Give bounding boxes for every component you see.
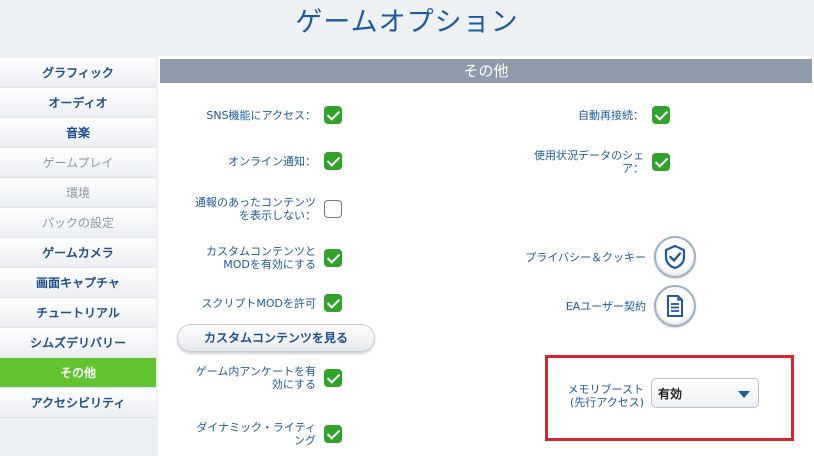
hide-reported-content-checkbox[interactable] [324, 200, 342, 218]
option-in-game-survey: ゲーム内アンケートを有 効にする [160, 362, 342, 394]
page-title: ゲームオプション [295, 7, 519, 38]
sidebar-item-accessibility[interactable]: アクセシビリティ [0, 388, 156, 418]
custom-content-mods-checkbox[interactable] [324, 249, 342, 267]
memory-boost-select[interactable]: 有効 [651, 378, 759, 408]
sns-access-checkbox[interactable] [324, 106, 342, 124]
option-share-usage-data: 使用状況データのシェ ア： [480, 146, 670, 178]
auto-reconnect-checkbox[interactable] [652, 106, 670, 124]
sidebar-item-gameplay: ゲームプレイ [0, 148, 156, 178]
sidebar-item-audio[interactable]: オーディオ [0, 88, 156, 118]
shield-check-icon [664, 244, 686, 270]
option-label: 自動再接続： [578, 108, 644, 122]
option-dynamic-lighting: ダイナミック・ライティ ング [160, 418, 342, 450]
panel-header: その他 [160, 59, 812, 83]
option-sns-access: SNS機能にアクセス： [160, 104, 342, 126]
option-label: スクリプトMODを許可 [201, 296, 316, 310]
option-label: SNS機能にアクセス： [206, 108, 316, 122]
sidebar-item-screen-capture[interactable]: 画面キャプチャ [0, 268, 156, 298]
ea-user-agreement-row: EAユーザー契約 [480, 284, 696, 328]
sidebar-item-environment: 環境 [0, 178, 156, 208]
option-label: 使用状況データのシェ ア： [534, 149, 644, 175]
sidebar: グラフィック オーディオ 音楽 ゲームプレイ 環境 パックの設定 ゲームカメラ … [0, 58, 156, 418]
option-label: オンライン通知： [228, 154, 316, 168]
view-custom-content-button[interactable]: カスタムコンテンツを見る [177, 324, 375, 352]
option-script-mods: スクリプトMODを許可 [160, 292, 342, 314]
script-mods-checkbox[interactable] [324, 294, 342, 312]
memory-boost-label: メモリブースト (先行アクセス) [567, 383, 644, 409]
sidebar-item-tutorial[interactable]: チュートリアル [0, 298, 156, 328]
option-custom-content-mods: カスタムコンテンツと MODを有効にする [160, 242, 342, 274]
in-game-survey-checkbox[interactable] [324, 369, 342, 387]
option-auto-reconnect: 自動再接続： [480, 104, 670, 126]
privacy-cookies-row: プライバシー＆クッキー [480, 235, 696, 279]
dynamic-lighting-checkbox[interactable] [324, 425, 342, 443]
sidebar-item-game-camera[interactable]: ゲームカメラ [0, 238, 156, 268]
option-label: カスタムコンテンツと MODを有効にする [206, 245, 316, 271]
share-usage-data-checkbox[interactable] [652, 153, 670, 171]
sidebar-item-pack-settings: パックの設定 [0, 208, 156, 238]
option-label: ゲーム内アンケートを有 効にする [195, 365, 316, 391]
privacy-cookies-button[interactable] [654, 236, 696, 278]
document-icon [667, 295, 683, 317]
sidebar-item-music[interactable]: 音楽 [0, 118, 156, 148]
option-label: 通報のあったコンテンツ を表示しない： [195, 196, 316, 222]
option-label: ダイナミック・ライティ ング [196, 421, 316, 447]
sidebar-item-graphics[interactable]: グラフィック [0, 58, 156, 88]
option-hide-reported-content: 通報のあったコンテンツ を表示しない： [160, 193, 342, 225]
ea-user-agreement-button[interactable] [654, 285, 696, 327]
chevron-down-icon [738, 391, 750, 398]
online-notification-checkbox[interactable] [324, 152, 342, 170]
privacy-cookies-label: プライバシー＆クッキー [525, 250, 646, 264]
sidebar-item-sims-delivery[interactable]: シムズデリバリー [0, 328, 156, 358]
option-online-notification: オンライン通知： [160, 150, 342, 172]
ea-user-agreement-label: EAユーザー契約 [565, 299, 646, 313]
sidebar-item-other[interactable]: その他 [0, 358, 156, 388]
memory-boost-row: メモリブースト (先行アクセス) [548, 381, 648, 411]
memory-boost-value: 有効 [658, 386, 683, 401]
